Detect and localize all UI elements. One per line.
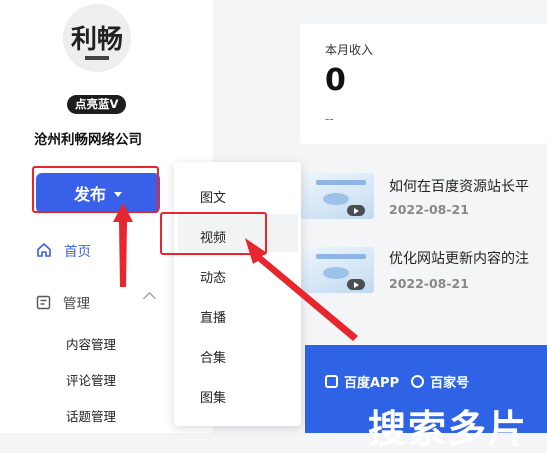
arrow-up-left-icon (245, 238, 358, 341)
arrow-up-icon (113, 203, 133, 287)
annotation-arrows (113, 203, 358, 341)
